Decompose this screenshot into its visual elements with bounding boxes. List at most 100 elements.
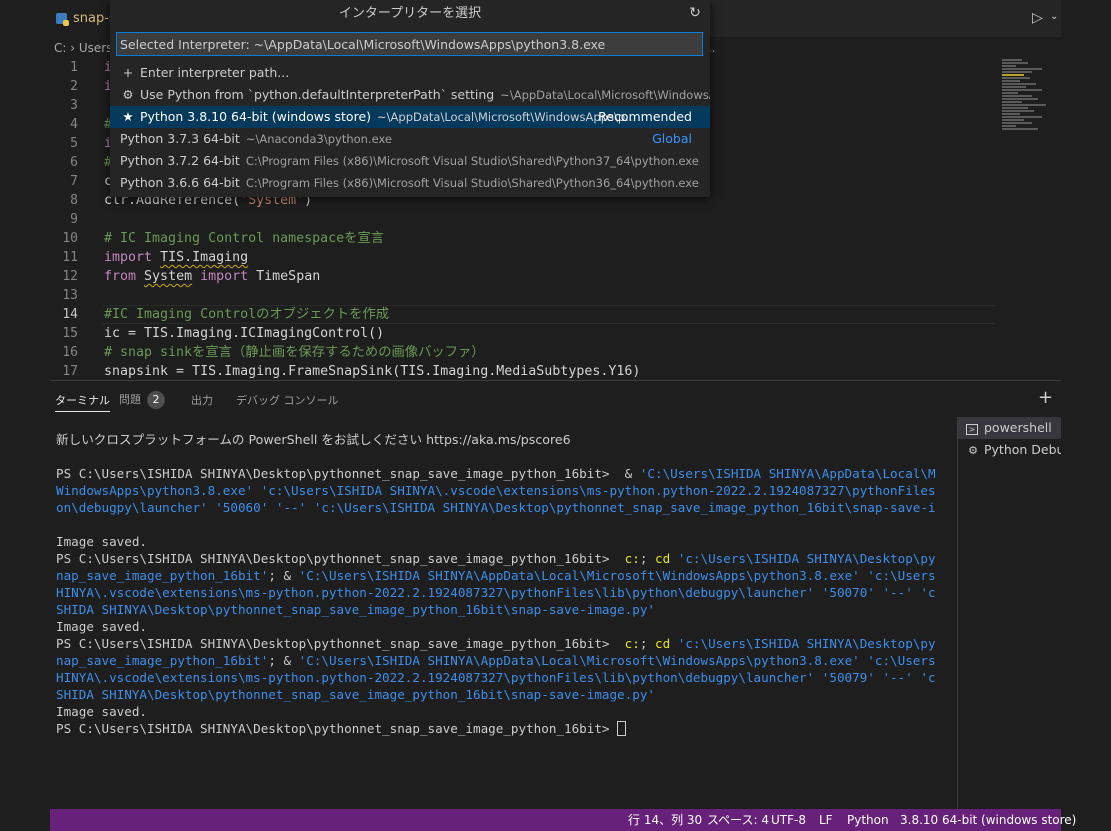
status-interpreter[interactable]: 3.8.10 64-bit (windows store) [900,809,1076,831]
code-line[interactable]: 17 snapsink = TIS.Imaging.FrameSnapSink(T… [50,362,1000,380]
terminal-text: nap_save_image_python_16bit' [56,568,269,583]
terminal-list: > powershell ⚙ Python Debug [957,417,1061,810]
terminal-line: WindowsApps\python3.8.exe' 'c:\Users\ISH… [56,482,936,499]
code-line[interactable]: 11 import TIS.Imaging [50,248,1000,267]
terminal-instance-label: powershell [984,420,1052,435]
line-number: 17 [62,364,78,379]
interpreter-quick-pick: インタープリターを選択 ↻ + Enter interpreter path...… [110,0,710,197]
python-file-icon [56,13,69,26]
tab-terminal[interactable]: ターミナル [55,392,110,412]
interpreter-option-label: Use Python from `python.defaultInterpret… [140,87,495,102]
code-token: #IC Imaging Controlのオブジェクトを作成 [104,307,390,322]
terminal-instance[interactable]: ⚙ Python Debug [958,439,1061,461]
line-number: 9 [70,212,78,227]
line-number: 11 [62,250,78,265]
terminal-text: SHIDA SHINYA\Desktop\pythonnet_snap_save… [56,687,655,702]
terminal-line: nap_save_image_python_16bit'; & 'C:\User… [56,567,936,584]
terminal-text: cd [655,636,671,651]
interpreter-option[interactable]: Python 3.6.6 64-bit C:\Program Files (x86… [110,172,710,194]
code-line[interactable]: 10 # IC Imaging Control namespaceを宣言 [50,229,1000,248]
terminal-line: HINYA\.vscode\extensions\ms-python.pytho… [56,669,936,686]
code-token: ic = TIS.Imaging.ICImagingControl() [104,326,385,341]
terminal-text: 新しいクロスプラットフォームの PowerShell をお試しください http… [56,432,571,447]
terminal-text: ; [639,551,655,566]
interpreter-option-label: Python 3.7.3 64-bit [120,131,240,146]
line-number: 16 [62,345,78,360]
code-text: ic = TIS.Imaging.ICImagingControl() [104,324,384,343]
code-text: # snap sinkを宣言（静止画を保存するための画像バッファ） [104,343,485,362]
interpreter-option[interactable]: ⚙ Use Python from `python.defaultInterpre… [110,84,710,106]
terminal-cursor [617,721,627,736]
code-line[interactable]: 13 [50,286,1000,305]
interpreter-option[interactable]: Python 3.7.3 64-bit ~\Anaconda3\python.ex… [110,128,710,150]
code-token: # IC Imaging Control namespaceを宣言 [104,231,385,246]
code-line[interactable]: 16 # snap sinkを宣言（静止画を保存するための画像バッファ） [50,343,1000,362]
terminal-instance[interactable]: > powershell [958,417,1061,439]
new-terminal-icon[interactable]: + [1038,387,1053,408]
terminal-line: Image saved. [56,533,936,550]
terminal-text: HINYA\.vscode\extensions\ms-python.pytho… [56,670,936,685]
interpreter-option-path: C:\Program Files (x86)\Microsoft Visual … [245,176,699,190]
code-text: snapsink = TIS.Imaging.FrameSnapSink(TIS… [104,362,640,380]
problems-count-badge: 2 [147,391,165,409]
terminal-line: PS C:\Users\ISHIDA SHINYA\Desktop\python… [56,465,936,482]
terminal-line: Image saved. [56,618,936,635]
terminal-line: nap_save_image_python_16bit'; & 'C:\User… [56,652,936,669]
interpreter-option[interactable]: + Enter interpreter path... [110,62,710,84]
line-number: 4 [70,117,78,132]
left-margin [0,0,50,831]
terminal-text: ; & [268,568,299,583]
line-number: 12 [62,269,78,284]
code-token: System [144,269,193,284]
line-number: 13 [62,288,78,303]
refresh-icon[interactable]: ↻ [686,4,704,22]
code-token: snapsink = TIS.Imaging.FrameSnapSink(TIS… [104,364,641,379]
terminal-text: c: [624,551,640,566]
terminal-line: SHIDA SHINYA\Desktop\pythonnet_snap_save… [56,686,936,703]
code-text: import TIS.Imaging [104,248,248,267]
terminal-text: WindowsApps\python3.8.exe' 'c:\Users\ISH… [56,483,936,498]
line-number: 5 [70,136,78,151]
debug-icon: ⚙ [968,444,978,457]
interpreter-option[interactable]: Python 3.7.2 64-bit C:\Program Files (x86… [110,150,710,172]
terminal-text: & [624,466,640,481]
code-line[interactable]: 9 [50,210,1000,229]
status-eol[interactable]: LF [819,809,833,831]
code-line[interactable]: 12 from System import TimeSpan [50,267,1000,286]
run-icon[interactable]: ▷ [1032,10,1043,26]
status-indentation[interactable]: スペース: 4 [707,809,769,831]
quick-pick-title: インタープリターを選択 [110,0,710,27]
terminal-text: 'C:\Users\ISHIDA SHINYA\AppData\Local\Mi… [298,653,936,668]
status-language[interactable]: Python [847,809,889,831]
terminal-text: SHIDA SHINYA\Desktop\pythonnet_snap_save… [56,602,655,617]
tab-problems[interactable]: 問題 2 [119,391,165,409]
tab-output[interactable]: 出力 [191,392,213,408]
line-number: 1 [70,60,78,75]
status-cursor-position[interactable]: 行 14、列 30 [628,809,702,831]
terminal-line: Image saved. [56,703,936,720]
tab-problems-label: 問題 [119,393,141,406]
status-encoding[interactable]: UTF-8 [771,809,806,831]
interpreter-option-label: Python 3.7.2 64-bit [120,153,240,168]
chevron-down-icon[interactable]: ⌄ [1050,11,1058,22]
tab-debug-console[interactable]: デバッグ コンソール [236,392,339,408]
interpreter-option[interactable]: ★ Python 3.8.10 64-bit (windows store) ~\A… [110,106,710,128]
terminal-text: PS C:\Users\ISHIDA SHINYA\Desktop\python… [56,721,618,736]
terminal-text: PS C:\Users\ISHIDA SHINYA\Desktop\python… [56,551,625,566]
minimap[interactable] [1000,58,1060,178]
code-line[interactable]: 15 ic = TIS.Imaging.ICImagingControl() [50,324,1000,343]
line-number: 14 [62,307,78,322]
interpreter-option-path: ~\Anaconda3\python.exe [245,132,392,146]
line-number: 10 [62,231,78,246]
interpreter-search-input[interactable] [116,32,703,56]
code-token: TimeSpan [248,269,321,284]
terminal-instance-label: Python Debug [984,442,1061,457]
terminal-text: 'c:\Users\ISHIDA SHINYA\Desktop\pythonne… [677,551,936,566]
line-number: 6 [70,155,78,170]
code-line[interactable]: 14 #IC Imaging Controlのオブジェクトを作成 [50,305,1000,324]
terminal-output[interactable]: 新しいクロスプラットフォームの PowerShell をお試しください http… [56,431,936,737]
terminal-text: nap_save_image_python_16bit' [56,653,269,668]
